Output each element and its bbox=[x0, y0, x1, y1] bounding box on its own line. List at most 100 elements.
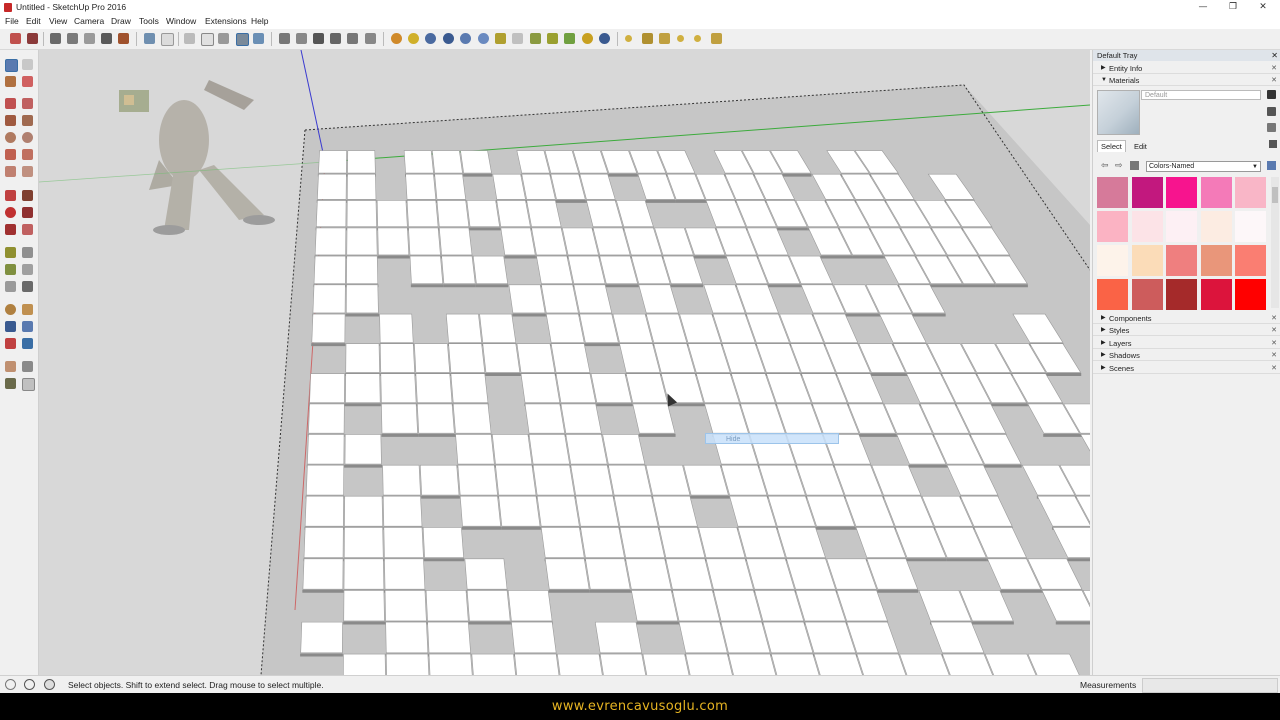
tray-close-icon[interactable]: ✕ bbox=[1271, 50, 1278, 61]
panel-close-icon[interactable]: ✕ bbox=[1271, 313, 1277, 324]
eraser-icon[interactable] bbox=[22, 76, 33, 87]
panel-layers[interactable]: ▶ Layers ✕ bbox=[1093, 338, 1280, 349]
solid-union-icon[interactable] bbox=[391, 33, 402, 44]
home-icon[interactable] bbox=[1130, 161, 1139, 170]
material-swatch[interactable] bbox=[1131, 211, 1163, 242]
protractor-icon[interactable] bbox=[5, 264, 16, 275]
pie-tool-icon[interactable] bbox=[22, 166, 33, 177]
panel-shadows[interactable]: ▶ Shadows ✕ bbox=[1093, 350, 1280, 361]
select-tool-icon[interactable] bbox=[5, 59, 18, 72]
model-scene[interactable] bbox=[39, 50, 1090, 675]
forward-arrow-icon[interactable]: ⇨ bbox=[1115, 160, 1123, 171]
move-tool-icon[interactable] bbox=[5, 190, 16, 201]
eraser-tool-icon[interactable] bbox=[22, 59, 33, 70]
push-pull-icon[interactable] bbox=[22, 190, 33, 201]
solid-subtract-icon[interactable] bbox=[443, 33, 454, 44]
material-swatch[interactable] bbox=[1200, 279, 1232, 310]
panel-scenes[interactable]: ▶ Scenes ✕ bbox=[1093, 363, 1280, 374]
line-tool-icon[interactable] bbox=[5, 98, 16, 109]
panel-styles[interactable]: ▶ Styles ✕ bbox=[1093, 325, 1280, 336]
zoom-window-tool-icon[interactable] bbox=[22, 321, 33, 332]
freehand-tool-icon[interactable] bbox=[22, 98, 33, 109]
menu-tools[interactable]: Tools bbox=[139, 16, 159, 26]
material-swatch[interactable] bbox=[1131, 245, 1163, 276]
create-material-icon[interactable] bbox=[1267, 90, 1276, 99]
rectangle-tool-icon[interactable] bbox=[5, 115, 16, 126]
menu-window[interactable]: Window bbox=[166, 16, 196, 26]
material-swatch[interactable] bbox=[1235, 245, 1266, 276]
material-swatch[interactable] bbox=[1097, 177, 1128, 208]
ext-flag-icon[interactable] bbox=[659, 33, 670, 44]
new-file-icon[interactable] bbox=[10, 33, 21, 44]
rotated-rectangle-icon[interactable] bbox=[22, 115, 33, 126]
panel-entity-info[interactable]: ▶ Entity Info ✕ bbox=[1093, 63, 1280, 74]
material-swatch[interactable] bbox=[1200, 211, 1232, 242]
orbit-tool-icon[interactable] bbox=[5, 304, 16, 315]
panel-close-icon[interactable]: ✕ bbox=[1271, 363, 1277, 374]
zoom-tool-icon[interactable] bbox=[5, 321, 16, 332]
ext-dot-icon[interactable] bbox=[625, 35, 632, 42]
stamp-icon[interactable] bbox=[530, 33, 541, 44]
shaded-textures-icon[interactable] bbox=[253, 33, 264, 44]
menu-file[interactable]: File bbox=[5, 16, 19, 26]
share-model-icon[interactable] bbox=[296, 33, 307, 44]
menu-extensions[interactable]: Extensions bbox=[205, 16, 247, 26]
zoom-extents-icon[interactable] bbox=[118, 33, 129, 44]
3d-text-icon[interactable] bbox=[22, 281, 33, 292]
orbit-icon[interactable] bbox=[50, 33, 61, 44]
zoom-icon[interactable] bbox=[84, 33, 95, 44]
eyedropper-icon[interactable] bbox=[1269, 140, 1277, 148]
back-arrow-icon[interactable]: ⇦ bbox=[1101, 160, 1109, 171]
material-swatch[interactable] bbox=[1200, 177, 1232, 208]
material-swatch[interactable] bbox=[1166, 177, 1197, 208]
material-swatch[interactable] bbox=[1200, 245, 1232, 276]
right-view-icon[interactable] bbox=[347, 33, 358, 44]
close-button[interactable]: ✕ bbox=[1248, 0, 1278, 15]
wireframe-icon[interactable] bbox=[201, 33, 214, 46]
credits-info-icon[interactable] bbox=[24, 679, 35, 690]
text-tool-icon[interactable] bbox=[22, 264, 33, 275]
flip-edge-icon[interactable] bbox=[582, 33, 593, 44]
ext-dot-icon[interactable] bbox=[694, 35, 701, 42]
arc-tool-icon[interactable] bbox=[5, 149, 16, 160]
material-swatch[interactable] bbox=[1166, 245, 1197, 276]
top-view-icon[interactable] bbox=[161, 33, 174, 46]
ext-dot-icon[interactable] bbox=[677, 35, 684, 42]
dimension-tool-icon[interactable] bbox=[22, 247, 33, 258]
solid-outer-icon[interactable] bbox=[425, 33, 436, 44]
rotate-tool-icon[interactable] bbox=[5, 207, 16, 218]
solid-split-icon[interactable] bbox=[478, 33, 489, 44]
material-swatch[interactable] bbox=[1166, 211, 1197, 242]
material-name-field[interactable]: Default bbox=[1141, 90, 1261, 100]
drawing-viewport[interactable]: Hide bbox=[39, 50, 1090, 675]
position-camera-icon[interactable] bbox=[5, 361, 16, 372]
follow-me-icon[interactable] bbox=[22, 207, 33, 218]
maximize-button[interactable]: ❐ bbox=[1218, 0, 1248, 15]
panel-close-icon[interactable]: ✕ bbox=[1271, 75, 1277, 86]
measurements-input[interactable] bbox=[1142, 678, 1278, 693]
material-swatch[interactable] bbox=[1235, 211, 1266, 242]
scrollbar-thumb[interactable] bbox=[1272, 187, 1278, 203]
details-arrow-icon[interactable] bbox=[1267, 161, 1276, 170]
look-around-icon[interactable] bbox=[22, 361, 33, 372]
axes-tool-icon[interactable] bbox=[5, 281, 16, 292]
sandbox-icon[interactable] bbox=[495, 33, 506, 44]
walk-tool-icon[interactable] bbox=[5, 378, 16, 389]
chevron-down-icon[interactable]: ▼ bbox=[1252, 162, 1258, 172]
tape-measure-icon[interactable] bbox=[5, 247, 16, 258]
three-point-arc-icon[interactable] bbox=[5, 166, 16, 177]
offset-tool-icon[interactable] bbox=[22, 224, 33, 235]
material-swatch[interactable] bbox=[1235, 279, 1266, 310]
paint-bucket-icon[interactable] bbox=[5, 76, 16, 87]
swatch-scrollbar[interactable] bbox=[1271, 177, 1279, 308]
panel-close-icon[interactable]: ✕ bbox=[1271, 63, 1277, 74]
zoom-extents-tool-icon[interactable] bbox=[5, 338, 16, 349]
solid-trim-icon[interactable] bbox=[460, 33, 471, 44]
material-swatch[interactable] bbox=[1097, 245, 1128, 276]
pan-icon[interactable] bbox=[67, 33, 78, 44]
back-view-icon[interactable] bbox=[365, 33, 376, 44]
menu-draw[interactable]: Draw bbox=[111, 16, 131, 26]
default-material-icon[interactable] bbox=[1267, 107, 1276, 116]
material-swatch[interactable] bbox=[1131, 279, 1163, 310]
add-detail-icon[interactable] bbox=[564, 33, 575, 44]
